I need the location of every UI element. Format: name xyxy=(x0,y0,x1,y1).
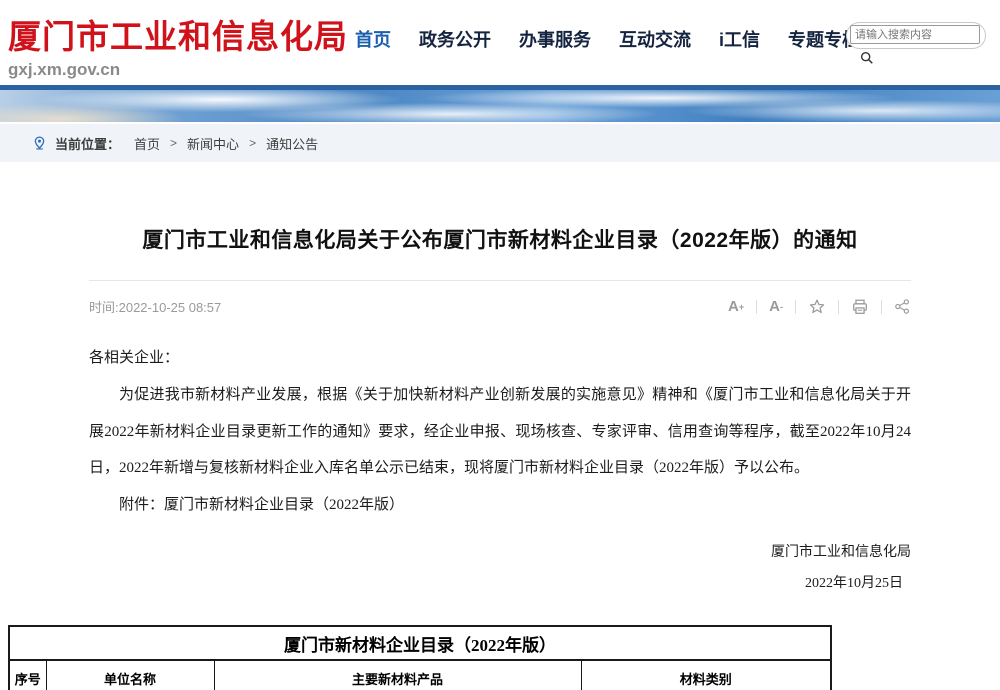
main-nav: 首页 政务公开 办事服务 互动交流 i工信 专题专栏 xyxy=(355,26,860,52)
breadcrumb-separator: > xyxy=(249,136,256,150)
font-increase-button[interactable]: A+ xyxy=(728,298,744,315)
nav-item-services[interactable]: 办事服务 xyxy=(519,26,591,52)
publish-time: 时间:2022-10-25 08:57 xyxy=(89,297,221,316)
toolbar-divider xyxy=(838,300,839,314)
search-icon[interactable] xyxy=(860,51,874,65)
breadcrumb-news-center[interactable]: 新闻中心 xyxy=(187,134,239,153)
meta-divider xyxy=(89,280,911,281)
breadcrumb-separator: > xyxy=(170,136,177,150)
table-title: 厦门市新材料企业目录（2022年版） xyxy=(9,626,831,660)
font-decrease-button[interactable]: A- xyxy=(769,298,783,315)
enterprise-directory-table: 厦门市新材料企业目录（2022年版） 序号 单位名称 主要新材料产品 材料类别 … xyxy=(8,625,832,690)
header-company: 单位名称 xyxy=(46,660,214,690)
signature-date: 2022年10月25日 xyxy=(89,569,911,600)
signature-block: 厦门市工业和信息化局 2022年10月25日 xyxy=(89,538,911,600)
breadcrumb-notices[interactable]: 通知公告 xyxy=(266,134,318,153)
nav-item-interaction[interactable]: 互动交流 xyxy=(619,26,691,52)
toolbar-divider xyxy=(881,300,882,314)
toolbar-divider xyxy=(795,300,796,314)
breadcrumb-label: 当前位置： xyxy=(55,134,120,153)
share-icon[interactable] xyxy=(894,298,911,315)
print-icon[interactable] xyxy=(851,298,869,316)
header-category: 材料类别 xyxy=(581,660,831,690)
site-header: 厦门市工业和信息化局 gxj.xm.gov.cn 首页 政务公开 办事服务 互动… xyxy=(0,0,1000,85)
search-input[interactable] xyxy=(850,25,980,44)
favorite-star-icon[interactable] xyxy=(808,298,826,316)
nav-item-i-gongxin[interactable]: i工信 xyxy=(719,26,760,52)
search-widget xyxy=(846,22,988,62)
breadcrumb-home[interactable]: 首页 xyxy=(134,134,160,153)
body-paragraph: 为促进我市新材料产业发展，根据《关于加快新材料产业创新发展的实施意见》精神和《厦… xyxy=(89,377,911,487)
article-body: 各相关企业： 为促进我市新材料产业发展，根据《关于加快新材料产业创新发展的实施意… xyxy=(89,340,911,524)
table-header-row: 序号 单位名称 主要新材料产品 材料类别 xyxy=(9,660,831,690)
article-meta-row: 时间:2022-10-25 08:57 A+ A- xyxy=(89,297,911,316)
attachment-line[interactable]: 附件：厦门市新材料企业目录（2022年版） xyxy=(89,487,911,524)
article: 厦门市工业和信息化局关于公布厦门市新材料企业目录（2022年版）的通知 时间:2… xyxy=(89,224,911,599)
header-products: 主要新材料产品 xyxy=(214,660,581,690)
site-logo[interactable]: 厦门市工业和信息化局 gxj.xm.gov.cn xyxy=(8,10,348,80)
toolbar-divider xyxy=(756,300,757,314)
site-url: gxj.xm.gov.cn xyxy=(8,60,348,80)
nav-item-gov-disclosure[interactable]: 政务公开 xyxy=(419,26,491,52)
header-no: 序号 xyxy=(9,660,46,690)
nav-item-home[interactable]: 首页 xyxy=(355,26,391,52)
site-name: 厦门市工业和信息化局 xyxy=(8,10,348,58)
location-pin-icon xyxy=(32,136,47,151)
article-title: 厦门市工业和信息化局关于公布厦门市新材料企业目录（2022年版）的通知 xyxy=(89,224,911,254)
salutation: 各相关企业： xyxy=(89,340,911,377)
sky-banner-image xyxy=(0,85,1000,122)
signature-org: 厦门市工业和信息化局 xyxy=(89,538,911,569)
breadcrumb: 当前位置： 首页 > 新闻中心 > 通知公告 xyxy=(0,124,1000,162)
article-toolbar: A+ A- xyxy=(728,298,911,316)
